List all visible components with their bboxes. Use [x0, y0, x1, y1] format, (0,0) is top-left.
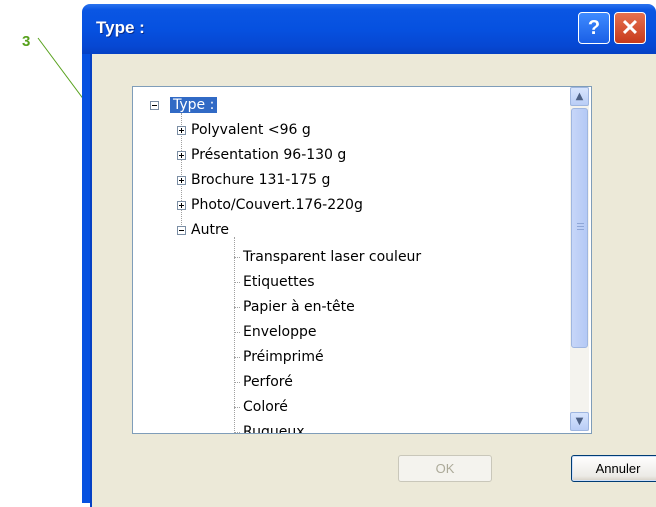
- vertical-scrollbar[interactable]: ▲ ▼: [570, 87, 589, 431]
- window-title: Type :: [96, 18, 145, 37]
- tree-child-item[interactable]: Perforé: [243, 371, 293, 393]
- tree-connector: [234, 382, 240, 383]
- tree-item-label: Autre: [191, 222, 230, 238]
- close-button[interactable]: ✕: [614, 12, 646, 44]
- tree-root[interactable]: Type :: [150, 94, 218, 116]
- tree-root-label: Type :: [170, 97, 218, 113]
- grip-line: [577, 226, 584, 227]
- tree-child-item[interactable]: Etiquettes: [243, 271, 314, 293]
- type-tree-view[interactable]: Type : Polyvalent <96 g Présentation 96-…: [132, 86, 592, 434]
- collapse-icon[interactable]: [177, 226, 186, 235]
- tree-item-label: Polyvalent <96 g: [191, 122, 311, 138]
- tree-connector: [234, 332, 240, 333]
- grip-line: [577, 229, 584, 230]
- tree-child-item[interactable]: Papier à en-tête: [243, 296, 355, 318]
- tree-item-label: Brochure 131-175 g: [191, 172, 331, 188]
- close-icon: ✕: [620, 15, 640, 40]
- scroll-thumb[interactable]: [571, 108, 588, 348]
- tree-connector: [234, 282, 240, 283]
- scroll-down-button[interactable]: ▼: [570, 412, 589, 431]
- expand-icon[interactable]: [177, 176, 186, 185]
- ok-button[interactable]: OK: [398, 455, 492, 482]
- tree-item[interactable]: Présentation 96-130 g: [177, 144, 346, 166]
- scroll-up-button[interactable]: ▲: [570, 87, 589, 106]
- grip-line: [577, 223, 584, 224]
- tree-connector: [234, 257, 240, 258]
- tree-connector: [234, 237, 235, 431]
- callout-number: 3: [22, 33, 31, 50]
- tree-item-label: Photo/Couvert.176-220g: [191, 197, 363, 213]
- tree-item-label: Présentation 96-130 g: [191, 147, 347, 163]
- expand-icon[interactable]: [177, 201, 186, 210]
- help-button[interactable]: ?: [578, 12, 610, 44]
- collapse-icon[interactable]: [150, 101, 159, 110]
- tree-connector: [234, 357, 240, 358]
- tree-connector: [234, 407, 240, 408]
- tree-item[interactable]: Brochure 131-175 g: [177, 169, 330, 191]
- tree-child-item[interactable]: Enveloppe: [243, 321, 316, 343]
- tree-child-item[interactable]: Préimprimé: [243, 346, 324, 368]
- tree-item[interactable]: Polyvalent <96 g: [177, 119, 311, 141]
- tree-item[interactable]: Photo/Couvert.176-220g: [177, 194, 363, 216]
- tree-child-item[interactable]: Transparent laser couleur: [243, 246, 421, 268]
- chevron-down-icon: ▼: [575, 416, 584, 427]
- help-icon: ?: [587, 16, 601, 39]
- dialog-window: Type : ? ✕ Type : Polyvalent <96 g Prése…: [82, 4, 656, 507]
- expand-icon[interactable]: [177, 151, 186, 160]
- cancel-button[interactable]: Annuler: [571, 455, 656, 482]
- title-bar[interactable]: Type : ? ✕: [82, 4, 656, 54]
- tree-connector: [234, 307, 240, 308]
- expand-icon[interactable]: [177, 126, 186, 135]
- tree-child-item[interactable]: Rugueux: [243, 421, 305, 433]
- chevron-up-icon: ▲: [575, 91, 584, 102]
- tree-child-item[interactable]: Coloré: [243, 396, 288, 418]
- tree-connector: [234, 432, 240, 433]
- tree-item-autre[interactable]: Autre: [177, 219, 229, 241]
